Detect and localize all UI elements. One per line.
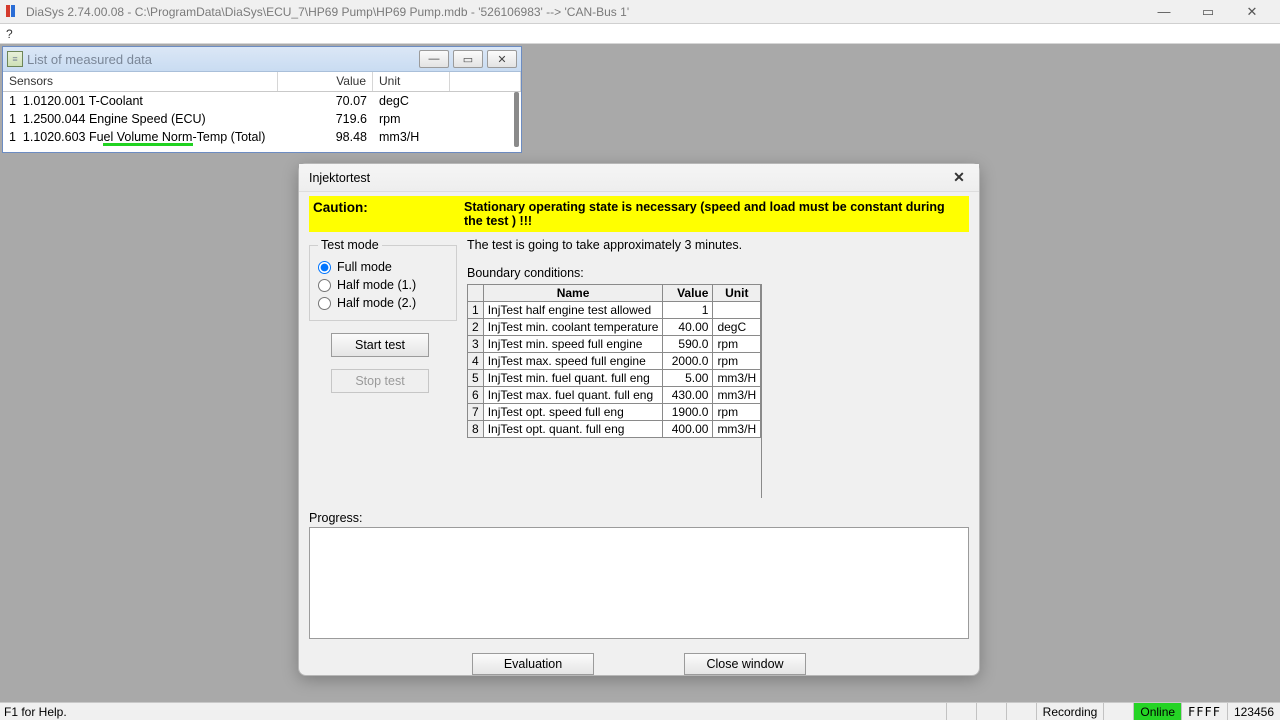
status-cell — [1103, 703, 1133, 720]
minimize-button[interactable]: — — [1142, 1, 1186, 23]
boundary-conditions-label: Boundary conditions: — [467, 266, 969, 280]
measured-data-icon: ≡ — [7, 51, 23, 67]
dialog-title-label: Injektortest — [309, 171, 370, 185]
header-value[interactable]: Value — [278, 72, 373, 91]
test-mode-group: Test mode Full mode Half mode (1.) Half … — [309, 238, 457, 321]
progress-label: Progress: — [309, 511, 969, 525]
table-row[interactable]: 6InjTest max. fuel quant. full eng430.00… — [468, 387, 761, 404]
close-button[interactable]: ✕ — [1230, 1, 1274, 23]
measured-body: 1 1.0120.001 T-Coolant 70.07 degC 1 1.25… — [3, 92, 521, 146]
sub-close-button[interactable]: ✕ — [487, 50, 517, 68]
header-unit[interactable]: Unit — [373, 72, 450, 91]
stop-test-button: Stop test — [331, 369, 429, 393]
highlight-bar — [103, 143, 193, 146]
table-row[interactable]: 1 1.1020.603 Fuel Volume Norm-Temp (Tota… — [3, 128, 521, 146]
dialog-titlebar[interactable]: Injektortest ✕ — [299, 164, 979, 192]
measured-title-label: List of measured data — [27, 52, 152, 67]
radio-full-mode[interactable]: Full mode — [318, 258, 448, 276]
status-number: 123456 — [1227, 703, 1280, 720]
test-mode-legend: Test mode — [318, 238, 382, 252]
table-row[interactable]: 7InjTest opt. speed full eng1900.0rpm — [468, 404, 761, 421]
status-online: Online — [1133, 703, 1181, 720]
main-titlebar: DiaSys 2.74.00.08 - C:\ProgramData\DiaSy… — [0, 0, 1280, 24]
table-row[interactable]: 5InjTest min. fuel quant. full eng5.00mm… — [468, 370, 761, 387]
bc-header-row: Name Value Unit — [468, 285, 761, 302]
info-text: The test is going to take approximately … — [467, 238, 969, 252]
table-row[interactable]: 4InjTest max. speed full engine2000.0rpm — [468, 353, 761, 370]
table-row[interactable]: 3InjTest min. speed full engine590.0rpm — [468, 336, 761, 353]
caution-banner: Caution: Stationary operating state is n… — [309, 196, 969, 232]
close-window-button[interactable]: Close window — [684, 653, 806, 675]
status-cell — [946, 703, 976, 720]
scrollbar[interactable] — [514, 92, 519, 146]
window-title: DiaSys 2.74.00.08 - C:\ProgramData\DiaSy… — [26, 5, 1142, 19]
progress-box — [309, 527, 969, 639]
caution-text: Stationary operating state is necessary … — [464, 200, 969, 228]
maximize-button[interactable]: ▭ — [1186, 1, 1230, 23]
table-row[interactable]: 8InjTest opt. quant. full eng400.00mm3/H — [468, 421, 761, 438]
app-icon — [6, 5, 20, 19]
radio-half-mode-1[interactable]: Half mode (1.) — [318, 276, 448, 294]
sub-maximize-button[interactable]: ▭ — [453, 50, 483, 68]
table-row[interactable]: 2InjTest min. coolant temperature40.00de… — [468, 319, 761, 336]
measured-headers: Sensors Value Unit — [3, 72, 521, 92]
measured-data-window: ≡ List of measured data — ▭ ✕ Sensors Va… — [2, 46, 522, 153]
table-row[interactable]: 1 1.0120.001 T-Coolant 70.07 degC — [3, 92, 521, 110]
dialog-close-icon[interactable]: ✕ — [949, 169, 969, 186]
statusbar: F1 for Help. Recording Online FFFF 12345… — [0, 702, 1280, 720]
caution-label: Caution: — [309, 200, 464, 228]
help-menu[interactable]: ? — [6, 27, 13, 41]
status-recording: Recording — [1036, 703, 1104, 720]
boundary-conditions-table: Name Value Unit 1InjTest half engine tes… — [467, 284, 761, 438]
status-cell — [1006, 703, 1036, 720]
table-row[interactable]: 1 1.2500.044 Engine Speed (ECU) 719.6 rp… — [3, 110, 521, 128]
measured-title[interactable]: ≡ List of measured data — ▭ ✕ — [3, 47, 521, 72]
menubar[interactable]: ? — [0, 24, 1280, 44]
injector-test-dialog: Injektortest ✕ Caution: Stationary opera… — [298, 163, 980, 676]
start-test-button[interactable]: Start test — [331, 333, 429, 357]
header-sensors[interactable]: Sensors — [3, 72, 278, 91]
status-segment: FFFF — [1181, 703, 1227, 720]
evaluation-button[interactable]: Evaluation — [472, 653, 594, 675]
table-row[interactable]: 1InjTest half engine test allowed1 — [468, 302, 761, 319]
sub-minimize-button[interactable]: — — [419, 50, 449, 68]
workspace: ≡ List of measured data — ▭ ✕ Sensors Va… — [0, 44, 1280, 702]
status-cell — [976, 703, 1006, 720]
radio-half-mode-2[interactable]: Half mode (2.) — [318, 294, 448, 312]
status-help: F1 for Help. — [0, 705, 946, 719]
